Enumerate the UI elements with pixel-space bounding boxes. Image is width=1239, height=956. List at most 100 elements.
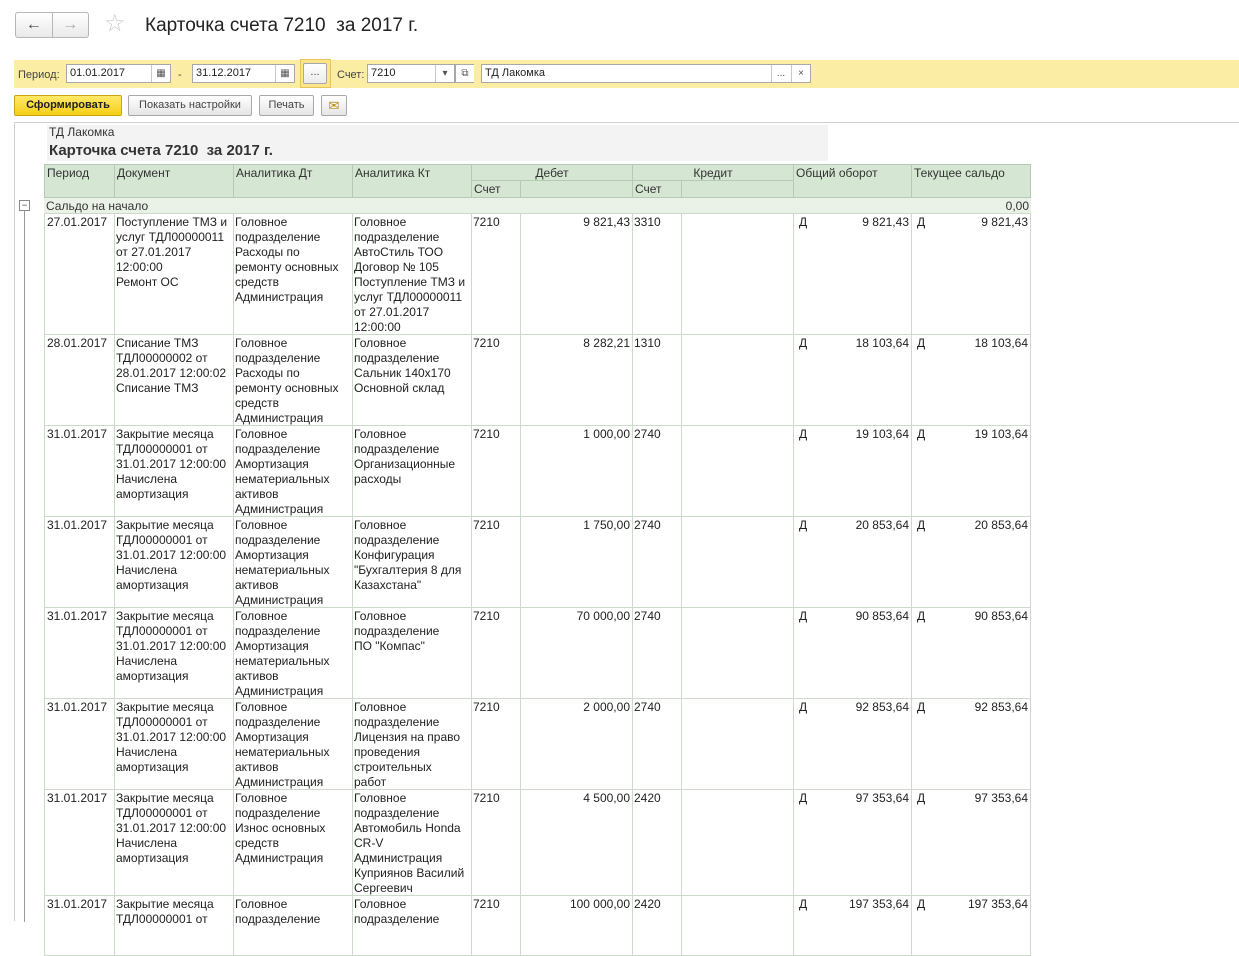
cell-credit-sum[interactable] bbox=[681, 608, 794, 699]
cell-kt[interactable]: Головное подразделение bbox=[352, 896, 472, 956]
cell-bal-side[interactable]: Д bbox=[911, 608, 941, 699]
cell-period[interactable]: 31.01.2017 bbox=[44, 517, 115, 608]
cell-debit-sum[interactable]: 8 282,21 bbox=[520, 335, 633, 426]
cell-kt[interactable]: Головное подразделение Автомобиль Honda … bbox=[352, 790, 472, 896]
print-button[interactable]: Печать bbox=[259, 95, 314, 116]
cell-debit-sum[interactable]: 9 821,43 bbox=[520, 214, 633, 335]
cell-document[interactable]: Закрытие месяца ТДЛ00000001 от 31.01.201… bbox=[114, 517, 234, 608]
cell-turn-sum[interactable]: 197 353,64 bbox=[823, 896, 912, 956]
cell-bal-sum[interactable]: 97 353,64 bbox=[941, 790, 1031, 896]
cell-period[interactable]: 27.01.2017 bbox=[44, 214, 115, 335]
cell-dt[interactable]: Головное подразделение Амортизация немат… bbox=[233, 426, 353, 517]
cell-kt[interactable]: Головное подразделение Сальник 140х170 О… bbox=[352, 335, 472, 426]
generate-button[interactable]: Сформировать bbox=[14, 95, 122, 116]
cell-credit-acc[interactable]: 3310 bbox=[632, 214, 682, 335]
cell-credit-sum[interactable] bbox=[681, 426, 794, 517]
cell-turn-sum[interactable]: 9 821,43 bbox=[823, 214, 912, 335]
collapse-group-icon[interactable]: − bbox=[19, 200, 30, 211]
cell-turn-side[interactable]: Д bbox=[793, 426, 823, 517]
cell-turn-side[interactable]: Д bbox=[793, 699, 823, 790]
cell-dt[interactable]: Головное подразделение Расходы по ремонт… bbox=[233, 335, 353, 426]
cell-debit-sum[interactable]: 70 000,00 bbox=[520, 608, 633, 699]
cell-document[interactable]: Поступление ТМЗ и услуг ТДЛ00000011 от 2… bbox=[114, 214, 234, 335]
cell-dt[interactable]: Головное подразделение Амортизация немат… bbox=[233, 517, 353, 608]
cell-credit-acc[interactable]: 2740 bbox=[632, 608, 682, 699]
cell-debit-acc[interactable]: 7210 bbox=[471, 517, 521, 608]
cell-dt[interactable]: Головное подразделение Амортизация немат… bbox=[233, 699, 353, 790]
cell-credit-sum[interactable] bbox=[681, 335, 794, 426]
cell-document[interactable]: Закрытие месяца ТДЛ00000001 от 31.01.201… bbox=[114, 426, 234, 517]
cell-bal-side[interactable]: Д bbox=[911, 790, 941, 896]
cell-turn-side[interactable]: Д bbox=[793, 790, 823, 896]
cell-debit-sum[interactable]: 4 500,00 bbox=[520, 790, 633, 896]
cell-kt[interactable]: Головное подразделение ПО "Компас" bbox=[352, 608, 472, 699]
cell-period[interactable]: 31.01.2017 bbox=[44, 699, 115, 790]
show-settings-button[interactable]: Показать настройки bbox=[128, 95, 252, 116]
cell-period[interactable]: 28.01.2017 bbox=[44, 335, 115, 426]
cell-document[interactable]: Списание ТМЗ ТДЛ00000002 от 28.01.2017 1… bbox=[114, 335, 234, 426]
cell-turn-sum[interactable]: 92 853,64 bbox=[823, 699, 912, 790]
cell-period[interactable]: 31.01.2017 bbox=[44, 608, 115, 699]
cell-credit-acc[interactable]: 2740 bbox=[632, 699, 682, 790]
cell-turn-sum[interactable]: 97 353,64 bbox=[823, 790, 912, 896]
cell-period[interactable]: 31.01.2017 bbox=[44, 896, 115, 956]
period-select-button[interactable]: ... bbox=[303, 63, 327, 84]
forward-arrow-icon[interactable]: → bbox=[51, 13, 89, 37]
cell-credit-acc[interactable]: 2740 bbox=[632, 426, 682, 517]
cell-debit-acc[interactable]: 7210 bbox=[471, 699, 521, 790]
cell-credit-acc[interactable]: 2420 bbox=[632, 896, 682, 956]
cell-dt[interactable]: Головное подразделение Амортизация немат… bbox=[233, 608, 353, 699]
date-to-field[interactable]: 31.12.2017 ▦ bbox=[192, 64, 295, 83]
cell-turn-side[interactable]: Д bbox=[793, 335, 823, 426]
cell-dt[interactable]: Головное подразделение Износ основных ср… bbox=[233, 790, 353, 896]
cell-debit-acc[interactable]: 7210 bbox=[471, 426, 521, 517]
cell-turn-sum[interactable]: 18 103,64 bbox=[823, 335, 912, 426]
cell-credit-sum[interactable] bbox=[681, 517, 794, 608]
cell-kt[interactable]: Головное подразделение Организационные р… bbox=[352, 426, 472, 517]
date-from-field[interactable]: 01.01.2017 ▦ bbox=[66, 64, 171, 83]
cell-credit-sum[interactable] bbox=[681, 699, 794, 790]
cell-kt[interactable]: Головное подразделение Лицензия на право… bbox=[352, 699, 472, 790]
cell-credit-sum[interactable] bbox=[681, 214, 794, 335]
organization-field[interactable]: ТД Лакомка ... × bbox=[481, 64, 811, 83]
cell-bal-sum[interactable]: 90 853,64 bbox=[941, 608, 1031, 699]
cell-turn-side[interactable]: Д bbox=[793, 896, 823, 956]
cell-bal-sum[interactable]: 9 821,43 bbox=[941, 214, 1031, 335]
cell-debit-sum[interactable]: 2 000,00 bbox=[520, 699, 633, 790]
send-email-button[interactable]: ✉ bbox=[321, 95, 347, 116]
cell-turn-side[interactable]: Д bbox=[793, 517, 823, 608]
cell-bal-sum[interactable]: 19 103,64 bbox=[941, 426, 1031, 517]
select-dots-icon[interactable]: ... bbox=[771, 65, 790, 82]
cell-credit-acc[interactable]: 2420 bbox=[632, 790, 682, 896]
cell-credit-acc[interactable]: 2740 bbox=[632, 517, 682, 608]
cell-dt[interactable]: Головное подразделение Расходы по ремонт… bbox=[233, 214, 353, 335]
cell-document[interactable]: Закрытие месяца ТДЛ00000001 от 31.01.201… bbox=[114, 608, 234, 699]
cell-document[interactable]: Закрытие месяца ТДЛ00000001 от 31.01.201… bbox=[114, 790, 234, 896]
cell-bal-side[interactable]: Д bbox=[911, 517, 941, 608]
cell-turn-sum[interactable]: 90 853,64 bbox=[823, 608, 912, 699]
cell-turn-side[interactable]: Д bbox=[793, 214, 823, 335]
open-account-button[interactable]: ⧉ bbox=[455, 64, 474, 83]
chevron-down-icon[interactable]: ▾ bbox=[435, 65, 454, 82]
cell-credit-sum[interactable] bbox=[681, 790, 794, 896]
cell-debit-sum[interactable]: 1 750,00 bbox=[520, 517, 633, 608]
favorite-star-icon[interactable]: ☆ bbox=[104, 12, 126, 36]
cell-kt[interactable]: Головное подразделение Конфигурация "Бух… bbox=[352, 517, 472, 608]
cell-debit-acc[interactable]: 7210 bbox=[471, 608, 521, 699]
calendar-icon[interactable]: ▦ bbox=[151, 65, 170, 82]
cell-turn-sum[interactable]: 20 853,64 bbox=[823, 517, 912, 608]
cell-bal-sum[interactable]: 197 353,64 bbox=[941, 896, 1031, 956]
cell-period[interactable]: 31.01.2017 bbox=[44, 790, 115, 896]
cell-bal-side[interactable]: Д bbox=[911, 335, 941, 426]
calendar-icon[interactable]: ▦ bbox=[275, 65, 294, 82]
cell-debit-sum[interactable]: 100 000,00 bbox=[520, 896, 633, 956]
cell-bal-side[interactable]: Д bbox=[911, 426, 941, 517]
cell-turn-sum[interactable]: 19 103,64 bbox=[823, 426, 912, 517]
cell-bal-side[interactable]: Д bbox=[911, 214, 941, 335]
cell-debit-acc[interactable]: 7210 bbox=[471, 335, 521, 426]
cell-credit-acc[interactable]: 1310 bbox=[632, 335, 682, 426]
cell-period[interactable]: 31.01.2017 bbox=[44, 426, 115, 517]
cell-turn-side[interactable]: Д bbox=[793, 608, 823, 699]
cell-bal-side[interactable]: Д bbox=[911, 896, 941, 956]
clear-icon[interactable]: × bbox=[791, 65, 810, 82]
